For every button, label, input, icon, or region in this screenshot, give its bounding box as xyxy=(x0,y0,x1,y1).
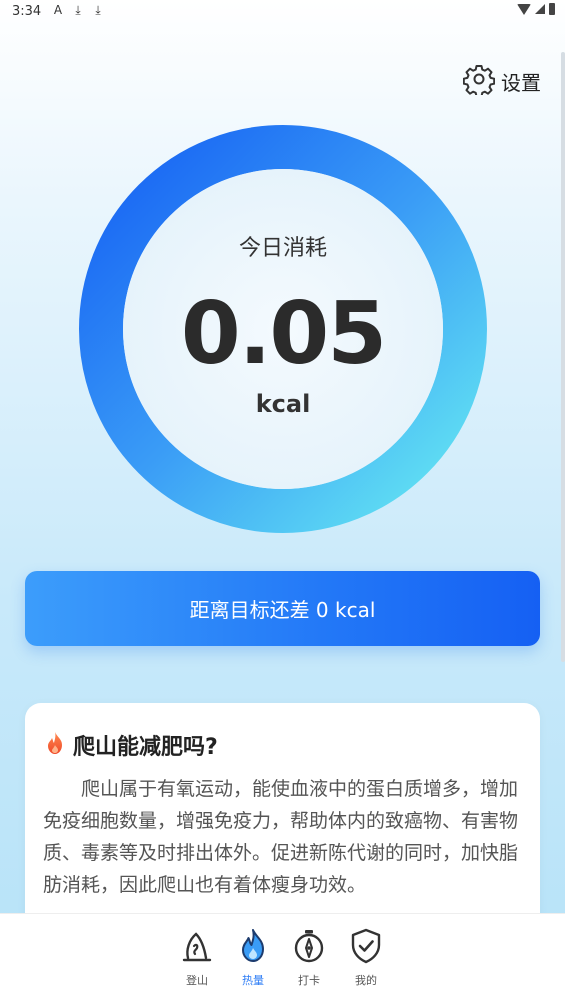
notification-a-icon: A xyxy=(53,3,63,17)
tab-label: 打卡 xyxy=(298,974,320,987)
calorie-value: 0.05 xyxy=(180,284,387,384)
status-time: 3:34 xyxy=(12,4,42,19)
article-body: 爬山属于有氧运动，能使血液中的蛋白质增多，增加免疫细胞数量，增强免疫力，帮助体内… xyxy=(43,778,519,896)
ring-center: 今日消耗 0.05 kcal xyxy=(78,124,488,534)
mountain-icon xyxy=(169,928,225,968)
tab-mine[interactable]: 我的 xyxy=(338,928,394,988)
tab-checkin[interactable]: 打卡 xyxy=(281,928,337,988)
tab-label: 登山 xyxy=(186,974,208,987)
flame-icon xyxy=(225,928,281,968)
battery-icon xyxy=(549,3,555,15)
gear-icon xyxy=(462,63,496,99)
tab-label: 我的 xyxy=(355,974,377,987)
goal-remaining-button[interactable]: 距离目标还差 0 kcal xyxy=(25,571,540,646)
bottom-tab-bar: 登山 热量 打卡 我的 xyxy=(0,913,565,1005)
notification-icons: A ⤓ ⤓ xyxy=(52,3,104,18)
tab-climb[interactable]: 登山 xyxy=(169,928,225,988)
tab-calories[interactable]: 热量 xyxy=(225,928,281,988)
settings-label: 设置 xyxy=(501,70,541,95)
today-consumption-label: 今日消耗 xyxy=(238,236,327,261)
download-icon: ⤓ xyxy=(95,3,101,17)
goal-remaining-label: 距离目标还差 0 kcal xyxy=(189,598,376,622)
settings-button[interactable]: 设置 xyxy=(462,63,541,99)
scrollbar[interactable] xyxy=(561,52,565,662)
system-icons xyxy=(517,3,555,15)
signal-icon xyxy=(535,4,545,14)
wifi-icon xyxy=(517,3,531,15)
article-header: 爬山能减肥吗? xyxy=(45,729,218,761)
download-icon: ⤓ xyxy=(75,3,81,17)
flame-icon xyxy=(45,731,65,759)
calorie-ring: 今日消耗 0.05 kcal xyxy=(78,124,488,534)
calorie-unit: kcal xyxy=(255,390,311,418)
shield-check-icon xyxy=(338,928,394,968)
stopwatch-icon xyxy=(281,928,337,968)
tab-label: 热量 xyxy=(242,974,264,987)
article-title: 爬山能减肥吗? xyxy=(73,735,218,760)
status-bar: 3:34 A ⤓ ⤓ xyxy=(0,0,565,26)
